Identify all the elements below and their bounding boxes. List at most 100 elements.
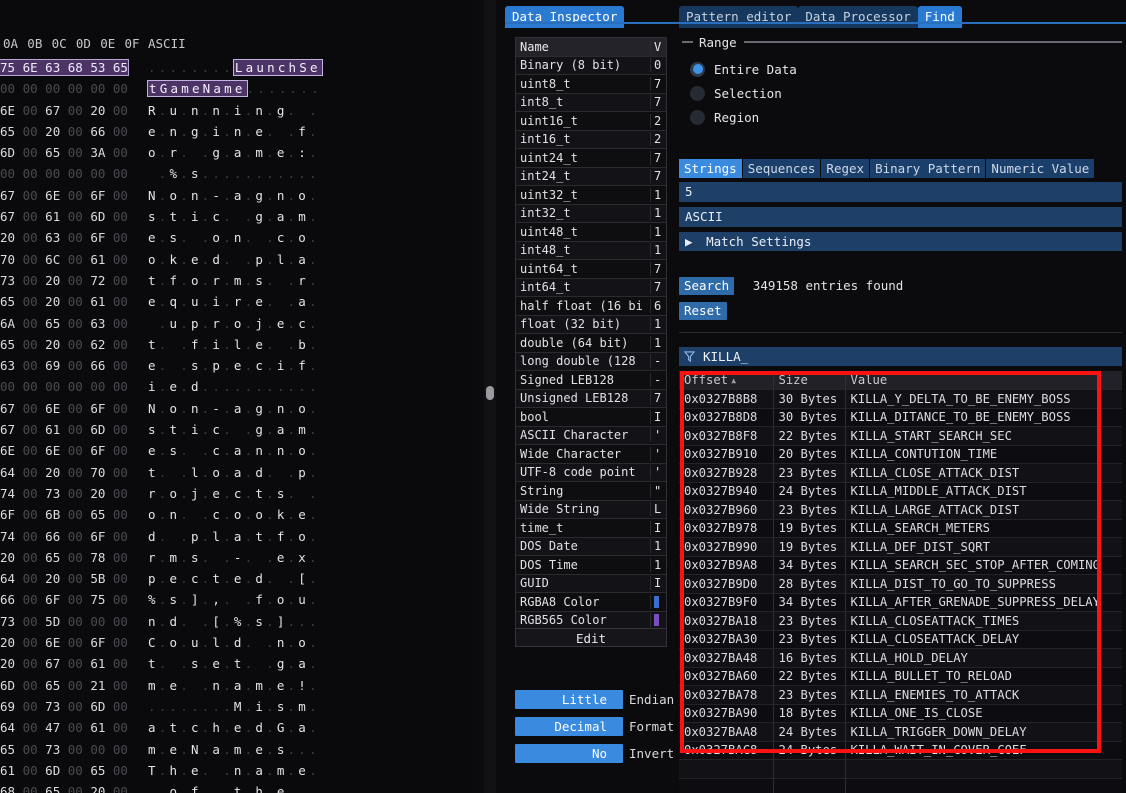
hex-ascii-group[interactable]: .%.s........... [148, 166, 320, 181]
hex-byte-group[interactable]: 67 00 61 00 6D 00 [0, 209, 128, 224]
hex-ascii-group[interactable]: N.o.n.-.a.g.n.o. [148, 188, 320, 203]
di-row[interactable]: half float (16 bi 6 [516, 297, 666, 316]
hex-byte-group[interactable]: 66 00 6F 00 75 00 [0, 592, 128, 607]
di-row[interactable]: int32_t 1 [516, 204, 666, 223]
hex-byte-group[interactable]: 20 00 67 00 61 00 [0, 656, 128, 671]
hex-ascii-group[interactable]: tGameName....... [148, 81, 322, 97]
hex-ascii-group[interactable]: r.m.s. .-. .e.x. [148, 550, 320, 565]
hex-ascii-group[interactable]: r.o.j.e.c.t.s. . [148, 486, 320, 501]
di-row[interactable]: uint24_t 7 [516, 149, 666, 168]
hex-row[interactable]: 74 00 73 00 20 00 r.o.j.e.c.t.s. . [0, 484, 470, 505]
hex-row[interactable]: 6D 00 65 00 21 00 m.e. .n.a.m.e.!. [0, 676, 470, 697]
di-row[interactable]: int16_t 2 [516, 130, 666, 149]
di-row[interactable]: RGBA8 Color [516, 593, 666, 612]
hex-ascii-group[interactable]: e.n.g.i.n.e. .f. [148, 124, 320, 139]
hex-ascii-group[interactable]: n.d. .[.%.s.]... [148, 614, 320, 629]
hex-row[interactable]: 65 00 20 00 62 00 t. .f.i.l.e. .b. [0, 335, 470, 356]
hex-ascii-group[interactable]: N.o.n.-.a.g.n.o. [148, 401, 320, 416]
hex-byte-group[interactable]: 64 00 47 00 61 00 [0, 720, 128, 735]
hex-byte-group[interactable]: 00 00 00 00 00 00 [0, 379, 128, 394]
results-table-body[interactable]: 0x0327B8B8 30 Bytes KILLA_Y_DELTA_TO_BE_EN… [679, 389, 1122, 793]
hex-row[interactable]: 70 00 6C 00 61 00 o.k.e.d. .p.l.a. [0, 250, 470, 271]
hex-byte-group[interactable]: 20 00 63 00 6F 00 [0, 230, 128, 245]
tab-data-processor[interactable]: Data Processor [798, 6, 918, 28]
search-results-container[interactable]: Offset ▴ Size Value 0x0327B8B8 30 Bytes KIL… [679, 371, 1122, 793]
hex-row[interactable]: 69 00 73 00 6D 00 ........M.i.s.m. [0, 697, 470, 718]
table-row[interactable]: 0x0327B960 23 Bytes KILLA_LARGE_ATTACK_DIS… [679, 500, 1122, 520]
di-row[interactable]: int24_t 7 [516, 167, 666, 186]
radio-circle-icon[interactable] [690, 85, 705, 101]
table-row[interactable]: 0x0327BA78 23 Bytes KILLA_ENEMIES_TO_ATTAC… [679, 685, 1122, 705]
hex-ascii-group[interactable]: T.h.e. .n.a.m.e. [148, 763, 320, 778]
hex-byte-group[interactable]: 00 00 00 00 00 00 [0, 166, 128, 181]
di-row[interactable]: int48_t 1 [516, 241, 666, 260]
di-row[interactable]: Unsigned LEB128 7 [516, 389, 666, 408]
hex-ascii-group[interactable]: t. .f.i.l.e. .b. [148, 337, 320, 352]
di-row[interactable]: DOS Time 1 [516, 556, 666, 575]
search-tab-sequences[interactable]: Sequences [742, 159, 821, 178]
hex-byte-group[interactable]: 75 6E 63 68 53 65 [0, 60, 128, 75]
hex-row[interactable]: 64 00 20 00 70 00 t. .l.o.a.d. .p. [0, 463, 470, 484]
di-row[interactable]: uint8_t 7 [516, 75, 666, 94]
table-row[interactable]: 0x0327BA18 23 Bytes KILLA_CLOSEATTACK_TIME… [679, 611, 1122, 631]
hex-byte-group[interactable]: 67 00 61 00 6D 00 [0, 422, 128, 437]
hex-ascii-group[interactable]: e. .s.p.e.c.i.f. [148, 358, 320, 373]
hex-byte-group[interactable]: 65 00 20 00 62 00 [0, 337, 128, 352]
hex-byte-group[interactable]: 6D 00 65 00 21 00 [0, 678, 128, 693]
di-row[interactable]: Wide Character ' [516, 445, 666, 464]
column-header-offset[interactable]: Offset ▴ [679, 371, 774, 390]
table-row[interactable]: 0x0327B9D0 28 Bytes KILLA_DIST_TO_GO_TO_SU… [679, 574, 1122, 594]
search-button[interactable]: Search [679, 277, 735, 295]
table-row[interactable]: 0x0327B928 23 Bytes KILLA_CLOSE_ATTACK_DIS… [679, 463, 1122, 483]
hex-byte-group[interactable]: 65 00 73 00 00 00 [0, 742, 128, 757]
di-row[interactable]: String " [516, 482, 666, 501]
table-row[interactable]: 0x0327B8B8 30 Bytes KILLA_Y_DELTA_TO_BE_EN… [679, 389, 1122, 409]
hex-byte-group[interactable]: 61 00 6D 00 65 00 [0, 763, 128, 778]
column-header-value[interactable]: Value [845, 371, 1122, 390]
table-row[interactable]: 0x0327B9A8 34 Bytes KILLA_SEARCH_SEC_STOP_… [679, 556, 1122, 575]
hex-row[interactable]: 20 00 63 00 6F 00 e.s. .o.n. .c.o. [0, 228, 470, 249]
hex-byte-group[interactable]: 20 00 65 00 78 00 [0, 550, 128, 565]
hex-row[interactable]: 67 00 6E 00 6F 00 N.o.n.-.a.g.n.o. [0, 186, 470, 207]
hex-ascii-group[interactable]: a.t.c.h.e.d.G.a. [148, 720, 320, 735]
scrollbar-thumb[interactable] [486, 386, 494, 400]
hex-ascii-group[interactable]: t.f.o.r.m.s. .r. [148, 273, 320, 288]
hex-ascii-group[interactable]: e.s. .c.a.n.n.o. [148, 443, 320, 458]
range-radio-group[interactable]: Entire Data Selection Region [679, 57, 1122, 129]
hex-row[interactable]: 6A 00 65 00 63 00 .u.p.r.o.j.e.c. [0, 314, 470, 335]
di-row[interactable]: Binary (8 bit) 0 [516, 56, 666, 75]
radio-circle-icon[interactable] [690, 109, 705, 125]
di-row[interactable]: Wide String L [516, 500, 666, 519]
table-row[interactable]: 0x0327B910 20 Bytes KILLA_CONTUTION_TIME [679, 445, 1122, 464]
hex-byte-group[interactable]: 20 00 6E 00 6F 00 [0, 635, 128, 650]
hex-row[interactable]: 68 00 65 00 20 00 .o.f. .t.h.e. . [0, 782, 470, 793]
hex-row[interactable]: 6D 00 65 00 3A 00 o.r. .g.a.m.e.:. [0, 143, 470, 164]
di-row[interactable]: UTF-8 code point ' [516, 463, 666, 482]
hex-ascii-group[interactable]: ........LaunchSe [148, 60, 322, 75]
hex-row[interactable]: 67 00 61 00 6D 00 s.t.i.c. .g.a.m. [0, 420, 470, 441]
hex-row[interactable]: 20 00 65 00 78 00 r.m.s. .-. .e.x. [0, 548, 470, 569]
hex-byte-group[interactable]: 67 00 6E 00 6F 00 [0, 401, 128, 416]
table-row[interactable]: 0x0327B940 24 Bytes KILLA_MIDDLE_ATTACK_DI… [679, 482, 1122, 501]
di-option-toggle[interactable]: Little [515, 690, 623, 709]
min-length-input[interactable]: 5 [679, 182, 1122, 202]
hex-ascii-group[interactable]: o.r. .g.a.m.e.:. [148, 145, 320, 160]
search-tab-binary-pattern[interactable]: Binary Pattern [870, 159, 986, 178]
search-tab-numeric-value[interactable]: Numeric Value [986, 159, 1095, 178]
table-row[interactable]: 0x0327BAA8 24 Bytes KILLA_TRIGGER_DOWN_DEL… [679, 722, 1122, 742]
table-row[interactable]: 0x0327BA60 22 Bytes KILLA_BULLET_TO_RELOAD [679, 667, 1122, 686]
tab-find[interactable]: Find [917, 6, 962, 28]
radio-region[interactable]: Region [679, 105, 1122, 129]
hex-ascii-group[interactable]: e.q.u.i.r.e. .a. [148, 294, 320, 309]
hex-row[interactable]: 61 00 6D 00 65 00 T.h.e. .n.a.m.e. [0, 761, 470, 782]
column-header-size[interactable]: Size [773, 371, 846, 390]
hex-byte-group[interactable]: 68 00 65 00 20 00 [0, 784, 128, 793]
hex-byte-group[interactable]: 70 00 6C 00 61 00 [0, 252, 128, 267]
radio-entire-data[interactable]: Entire Data [679, 57, 1122, 81]
table-row[interactable]: 0x0327B978 19 Bytes KILLA_SEARCH_METERS [679, 519, 1122, 538]
hex-ascii-group[interactable]: p.e.c.t.e.d. .[. [148, 571, 320, 586]
hex-ascii-group[interactable]: o.n. .c.o.o.k.e. [148, 507, 320, 522]
hex-row[interactable]: 00 00 00 00 00 00 i.e.d........... [0, 377, 470, 398]
hex-ascii-group[interactable]: t. .l.o.a.d. .p. [148, 465, 320, 480]
hex-byte-group[interactable]: 74 00 73 00 20 00 [0, 486, 128, 501]
